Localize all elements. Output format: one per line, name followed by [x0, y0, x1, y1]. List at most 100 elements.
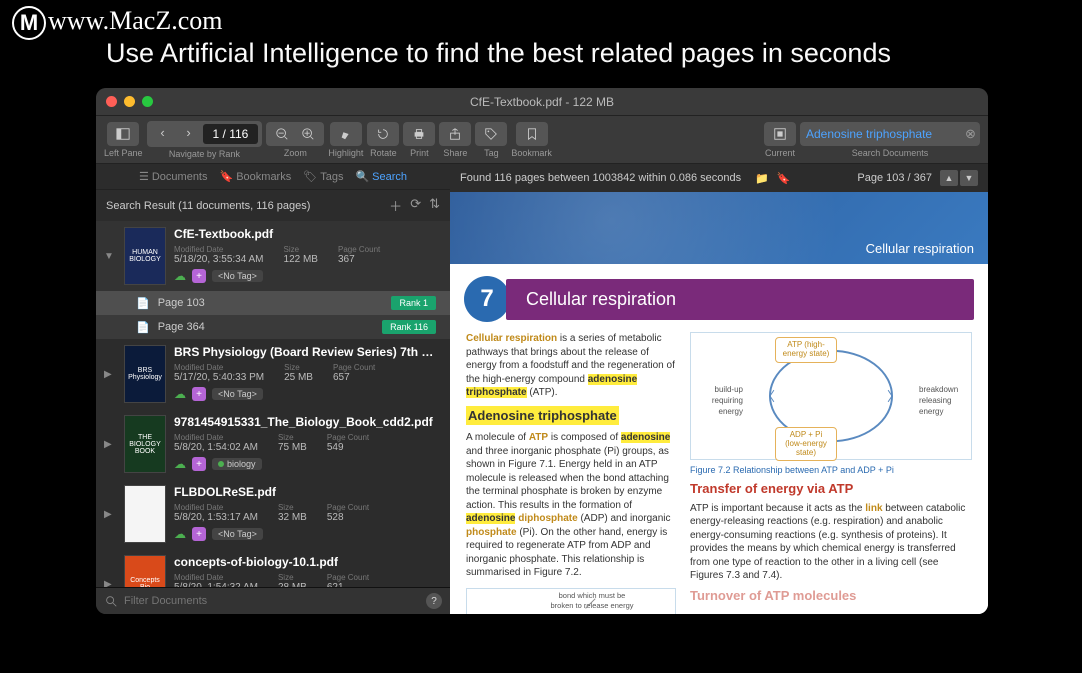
chapter-number: 7	[464, 276, 510, 322]
filter-input[interactable]	[124, 595, 420, 607]
zoom-button[interactable]	[142, 96, 153, 107]
doc-item[interactable]: ▶ FLBDOLReSE.pdf Modified Date5/8/20, 1:…	[96, 479, 450, 549]
left-column: Cellular respiration is a series of meta…	[466, 332, 676, 614]
tab-tags[interactable]: 🏷Tags	[303, 170, 343, 183]
doc-item[interactable]: ▶ Concepts Bio concepts-of-biology-10.1.…	[96, 549, 450, 587]
search-input[interactable]	[806, 127, 961, 141]
doc-item[interactable]: ▶ THE BIOLOGY BOOK 9781454915331_The_Bio…	[96, 409, 450, 479]
nav-prev-button[interactable]: ‹	[151, 124, 175, 142]
tab-documents[interactable]: ☰Documents	[139, 170, 208, 183]
tag-chip[interactable]: <No Tag>	[212, 528, 263, 540]
print-label: Print	[410, 148, 429, 158]
print-button[interactable]	[407, 125, 431, 143]
highlight-label: Highlight	[328, 148, 363, 158]
nav-next-button[interactable]: ›	[177, 124, 201, 142]
add-tag-icon[interactable]: +	[192, 387, 206, 401]
chapter-title: Cellular respiration	[506, 279, 974, 320]
titlebar[interactable]: CfE-Textbook.pdf - 122 MB	[96, 88, 988, 116]
section-heading-adenosine: Adenosine triphosphate	[466, 406, 619, 426]
bookmark-icon[interactable]: 🔖	[777, 172, 791, 185]
cloud-icon: ☁	[174, 527, 186, 541]
page-indicator[interactable]: 1 / 116	[203, 124, 259, 144]
page-sublist: 📄Page 103Rank 1 📄Page 364Rank 116	[96, 291, 450, 339]
add-tag-icon[interactable]: +	[192, 457, 206, 471]
doc-thumbnail: BRS Physiology	[124, 345, 166, 403]
search-status: Found 116 pages between 1003842 within 0…	[460, 172, 741, 184]
doc-title: FLBDOLReSE.pdf	[174, 485, 442, 499]
tag-button[interactable]	[479, 125, 503, 143]
search-icon	[104, 594, 118, 608]
add-tag-icon[interactable]: +	[192, 527, 206, 541]
section-heading-turnover: Turnover of ATP molecules	[690, 587, 972, 605]
tag-color-dot	[218, 461, 224, 467]
refresh-icon[interactable]: ⟳	[410, 196, 421, 215]
next-result-button[interactable]: ▼	[960, 170, 978, 186]
add-tag-icon[interactable]: +	[192, 269, 206, 283]
tab-search[interactable]: 🔍Search	[355, 170, 407, 183]
page-icon: 📄	[136, 321, 150, 334]
document-list: ▼ HUMAN BIOLOGY CfE-Textbook.pdf Modifie…	[96, 221, 450, 587]
figure-7-2: ATP (high-energy state) ADP + Pi (low-en…	[690, 332, 972, 460]
disclosure-open-icon[interactable]: ▼	[104, 251, 116, 262]
doc-thumbnail: Concepts Bio	[124, 555, 166, 587]
share-label: Share	[443, 148, 467, 158]
tab-bookmarks[interactable]: 🔖Bookmarks	[220, 170, 292, 183]
page-hero-image: Cellular respiration	[450, 192, 988, 264]
app-window: CfE-Textbook.pdf - 122 MB Left Pane ‹ › …	[96, 88, 988, 614]
zoom-in-button[interactable]	[296, 125, 320, 143]
doc-title: concepts-of-biology-10.1.pdf	[174, 555, 442, 569]
doc-thumbnail	[124, 485, 166, 543]
page-row[interactable]: 📄Page 103Rank 1	[96, 291, 450, 315]
tag-icon: 🏷	[303, 170, 317, 183]
preview-pane: Found 116 pages between 1003842 within 0…	[450, 164, 988, 614]
minimize-button[interactable]	[124, 96, 135, 107]
cloud-icon: ☁	[174, 387, 186, 401]
watermark-url: www.MacZ.com	[48, 6, 222, 36]
disclosure-icon[interactable]: ▶	[104, 369, 116, 380]
left-pane-button[interactable]	[111, 125, 135, 143]
sort-icon[interactable]: ⇅	[429, 196, 440, 215]
doc-title: BRS Physiology (Board Review Series) 7th…	[174, 345, 442, 359]
doc-item[interactable]: ▶ BRS Physiology BRS Physiology (Board R…	[96, 339, 450, 409]
search-documents-label: Search Documents	[852, 148, 929, 158]
figure-caption: Figure 7.2 Relationship between ATP and …	[690, 464, 972, 476]
zoom-label: Zoom	[284, 148, 307, 158]
search-icon: 🔍	[355, 170, 369, 183]
page-row[interactable]: 📄Page 364Rank 116	[96, 315, 450, 339]
zoom-out-button[interactable]	[270, 125, 294, 143]
bookmark-label: Bookmark	[511, 148, 552, 158]
tag-chip[interactable]: biology	[212, 458, 262, 470]
cloud-icon: ☁	[174, 269, 186, 283]
tag-chip[interactable]: <No Tag>	[212, 388, 263, 400]
search-result-header: Search Result (11 documents, 116 pages) …	[96, 190, 450, 221]
preview-status-bar: Found 116 pages between 1003842 within 0…	[450, 164, 988, 192]
left-pane-label: Left Pane	[104, 148, 143, 158]
rank-badge: Rank 116	[382, 320, 436, 334]
clear-search-icon[interactable]: ⊗	[965, 126, 976, 142]
help-button[interactable]: ?	[426, 593, 442, 609]
content-area: ☰Documents 🔖Bookmarks 🏷Tags 🔍Search Sear…	[96, 164, 988, 614]
close-button[interactable]	[106, 96, 117, 107]
share-button[interactable]	[443, 125, 467, 143]
window-title: CfE-Textbook.pdf - 122 MB	[470, 95, 614, 109]
doc-title: 9781454915331_The_Biology_Book_cdd2.pdf	[174, 415, 442, 429]
current-label: Current	[765, 148, 795, 158]
tag-chip[interactable]: <No Tag>	[212, 270, 263, 282]
traffic-lights	[106, 96, 153, 107]
disclosure-icon[interactable]: ▶	[104, 439, 116, 450]
highlight-button[interactable]	[334, 125, 358, 143]
add-icon[interactable]: ＋	[389, 196, 402, 215]
doc-item[interactable]: ▼ HUMAN BIOLOGY CfE-Textbook.pdf Modifie…	[96, 221, 450, 291]
disclosure-icon[interactable]: ▶	[104, 579, 116, 588]
doc-thumbnail: HUMAN BIOLOGY	[124, 227, 166, 285]
page-counter: Page 103 / 367	[857, 172, 932, 184]
folder-icon[interactable]: 📁	[755, 172, 769, 185]
bookmark-button[interactable]	[520, 125, 544, 143]
rotate-button[interactable]	[371, 125, 395, 143]
prev-result-button[interactable]: ▲	[940, 170, 958, 186]
current-button[interactable]	[768, 125, 792, 143]
pdf-page[interactable]: Cellular respiration 7 Cellular respirat…	[450, 192, 988, 614]
disclosure-icon[interactable]: ▶	[104, 509, 116, 520]
search-field[interactable]: ⊗	[800, 122, 980, 146]
documents-icon: ☰	[139, 170, 149, 183]
